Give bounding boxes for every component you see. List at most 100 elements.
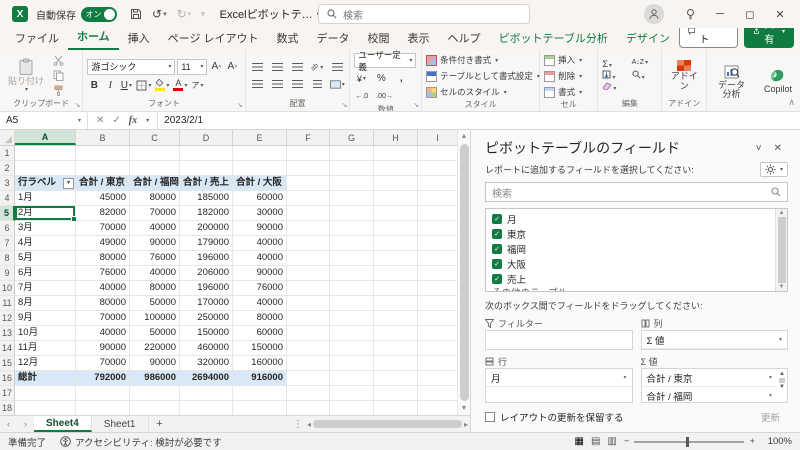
row-header-9[interactable]: 9 — [0, 266, 15, 281]
row-header-11[interactable]: 11 — [0, 296, 15, 311]
cell-G12[interactable] — [330, 311, 374, 326]
cell-F12[interactable] — [287, 311, 330, 326]
cell-A15[interactable]: 12月 — [15, 356, 76, 371]
cell-G3[interactable] — [330, 176, 374, 191]
conditional-formatting-button[interactable]: 条件付き書式 ▾ — [426, 53, 535, 67]
cell-I16[interactable] — [418, 371, 457, 386]
ribbon-tab[interactable]: ピボットテーブル分析 — [490, 27, 617, 50]
paste-button[interactable]: 貼り付け ▾ — [4, 53, 48, 98]
cell-C16[interactable]: 986000 — [130, 371, 180, 386]
cell-H7[interactable] — [374, 236, 418, 251]
field-item[interactable]: ✓ 月 — [486, 211, 775, 226]
quick-access-menu-button[interactable]: ▿ — [196, 8, 210, 20]
row-header-3[interactable]: 3 — [0, 176, 15, 191]
cell-H10[interactable] — [374, 281, 418, 296]
orientation-button[interactable]: ab ▾ — [310, 61, 325, 74]
number-dialog-launcher[interactable]: ↘ — [413, 101, 419, 109]
row-header-8[interactable]: 8 — [0, 251, 15, 266]
autosum-button[interactable]: Σ▾ — [602, 59, 625, 69]
cell-E4[interactable]: 60000 — [233, 191, 287, 206]
format-cells-button[interactable]: 書式 ▾ — [544, 85, 593, 99]
italic-button[interactable]: I — [103, 78, 117, 93]
cancel-entry-button[interactable]: ✕ — [96, 115, 104, 126]
cell-B5[interactable]: 82000 — [76, 206, 130, 221]
ribbon-tab[interactable]: 挿入 — [119, 27, 159, 50]
cell-F9[interactable] — [287, 266, 330, 281]
cell-E3[interactable]: 合計 / 大阪 — [233, 176, 287, 191]
columns-area-box[interactable]: Σ 値 ▾ — [640, 330, 788, 350]
cell-C18[interactable] — [130, 401, 180, 415]
cell-E11[interactable]: 40000 — [233, 296, 287, 311]
cell-H11[interactable] — [374, 296, 418, 311]
checkbox-checked-icon[interactable]: ✓ — [492, 213, 502, 224]
cell-H13[interactable] — [374, 326, 418, 341]
cell-C6[interactable]: 40000 — [130, 221, 180, 236]
data-analysis-button[interactable]: データ分析 — [711, 53, 752, 111]
cell-A13[interactable]: 10月 — [15, 326, 76, 341]
cell-I5[interactable] — [418, 206, 457, 221]
cell-E9[interactable]: 90000 — [233, 266, 287, 281]
cell-F3[interactable] — [287, 176, 330, 191]
values-area-box[interactable]: 合計 / 東京 ▾ 合計 / 福岡 ▾ — [641, 369, 777, 402]
row-header-18[interactable]: 18 — [0, 401, 15, 415]
cell-C4[interactable]: 80000 — [130, 191, 180, 206]
values-scrollbar[interactable]: ▲ ▼ — [777, 369, 787, 402]
row-header-7[interactable]: 7 — [0, 236, 15, 251]
confirm-entry-button[interactable]: ✓ — [112, 115, 120, 126]
chevron-down-icon[interactable]: ▾ — [769, 374, 772, 381]
cell-H15[interactable] — [374, 356, 418, 371]
cell-I15[interactable] — [418, 356, 457, 371]
column-header-D[interactable]: D — [180, 130, 233, 145]
cell-A3[interactable]: 行ラベル ▾ — [15, 176, 76, 191]
rows-area-box[interactable]: 月 ▾ — [485, 368, 633, 403]
cell-G11[interactable] — [330, 296, 374, 311]
cell-E12[interactable]: 80000 — [233, 311, 287, 326]
more-tables-link[interactable]: その他のテーブル... — [486, 286, 775, 291]
column-header-C[interactable]: C — [130, 130, 180, 145]
cell-C11[interactable]: 50000 — [130, 296, 180, 311]
cell-A10[interactable]: 7月 — [15, 281, 76, 296]
addins-button[interactable]: アドイン — [666, 53, 702, 98]
column-header-B[interactable]: B — [76, 130, 130, 145]
cell-B6[interactable]: 70000 — [76, 221, 130, 236]
cell-F4[interactable] — [287, 191, 330, 206]
ribbon-tab[interactable]: ヘルプ — [439, 27, 490, 50]
cell-H2[interactable] — [374, 161, 418, 176]
row-header-4[interactable]: 4 — [0, 191, 15, 206]
chevron-down-icon[interactable]: ▾ — [623, 374, 626, 381]
field-list-scroll-thumb[interactable] — [777, 217, 786, 283]
clipboard-dialog-launcher[interactable]: ↘ — [74, 101, 80, 109]
fill-button[interactable]: ▾ — [602, 70, 625, 81]
cell-I7[interactable] — [418, 236, 457, 251]
cell-G14[interactable] — [330, 341, 374, 356]
column-header-F[interactable]: F — [287, 130, 330, 145]
tools-button[interactable]: ▾ — [759, 162, 788, 177]
cell-H5[interactable] — [374, 206, 418, 221]
cell-I17[interactable] — [418, 386, 457, 401]
align-left-button[interactable] — [250, 78, 265, 91]
cell-A11[interactable]: 8月 — [15, 296, 76, 311]
pane-options-chevron-icon[interactable]: ˅ — [750, 141, 768, 156]
comma-format-button[interactable]: , — [394, 71, 408, 86]
cell-G13[interactable] — [330, 326, 374, 341]
cell-D8[interactable]: 196000 — [180, 251, 233, 266]
cell-F1[interactable] — [287, 146, 330, 161]
row-header-1[interactable]: 1 — [0, 146, 15, 161]
cell-G9[interactable] — [330, 266, 374, 281]
ribbon-tab[interactable]: ホーム — [68, 25, 119, 50]
formula-input[interactable]: 2023/2/1 — [158, 112, 800, 129]
cell-H9[interactable] — [374, 266, 418, 281]
cell-B17[interactable] — [76, 386, 130, 401]
cell-B1[interactable] — [76, 146, 130, 161]
normal-view-button[interactable]: ▦ — [575, 436, 584, 447]
cell-I11[interactable] — [418, 296, 457, 311]
name-box[interactable]: A5 ▾ — [0, 112, 88, 129]
cell-D18[interactable] — [180, 401, 233, 415]
cell-D3[interactable]: 合計 / 売上 — [180, 176, 233, 191]
cell-I1[interactable] — [418, 146, 457, 161]
bold-button[interactable]: B — [87, 78, 101, 93]
cell-D7[interactable]: 179000 — [180, 236, 233, 251]
cell-G16[interactable] — [330, 371, 374, 386]
cell-F15[interactable] — [287, 356, 330, 371]
copy-button[interactable] — [51, 69, 66, 82]
